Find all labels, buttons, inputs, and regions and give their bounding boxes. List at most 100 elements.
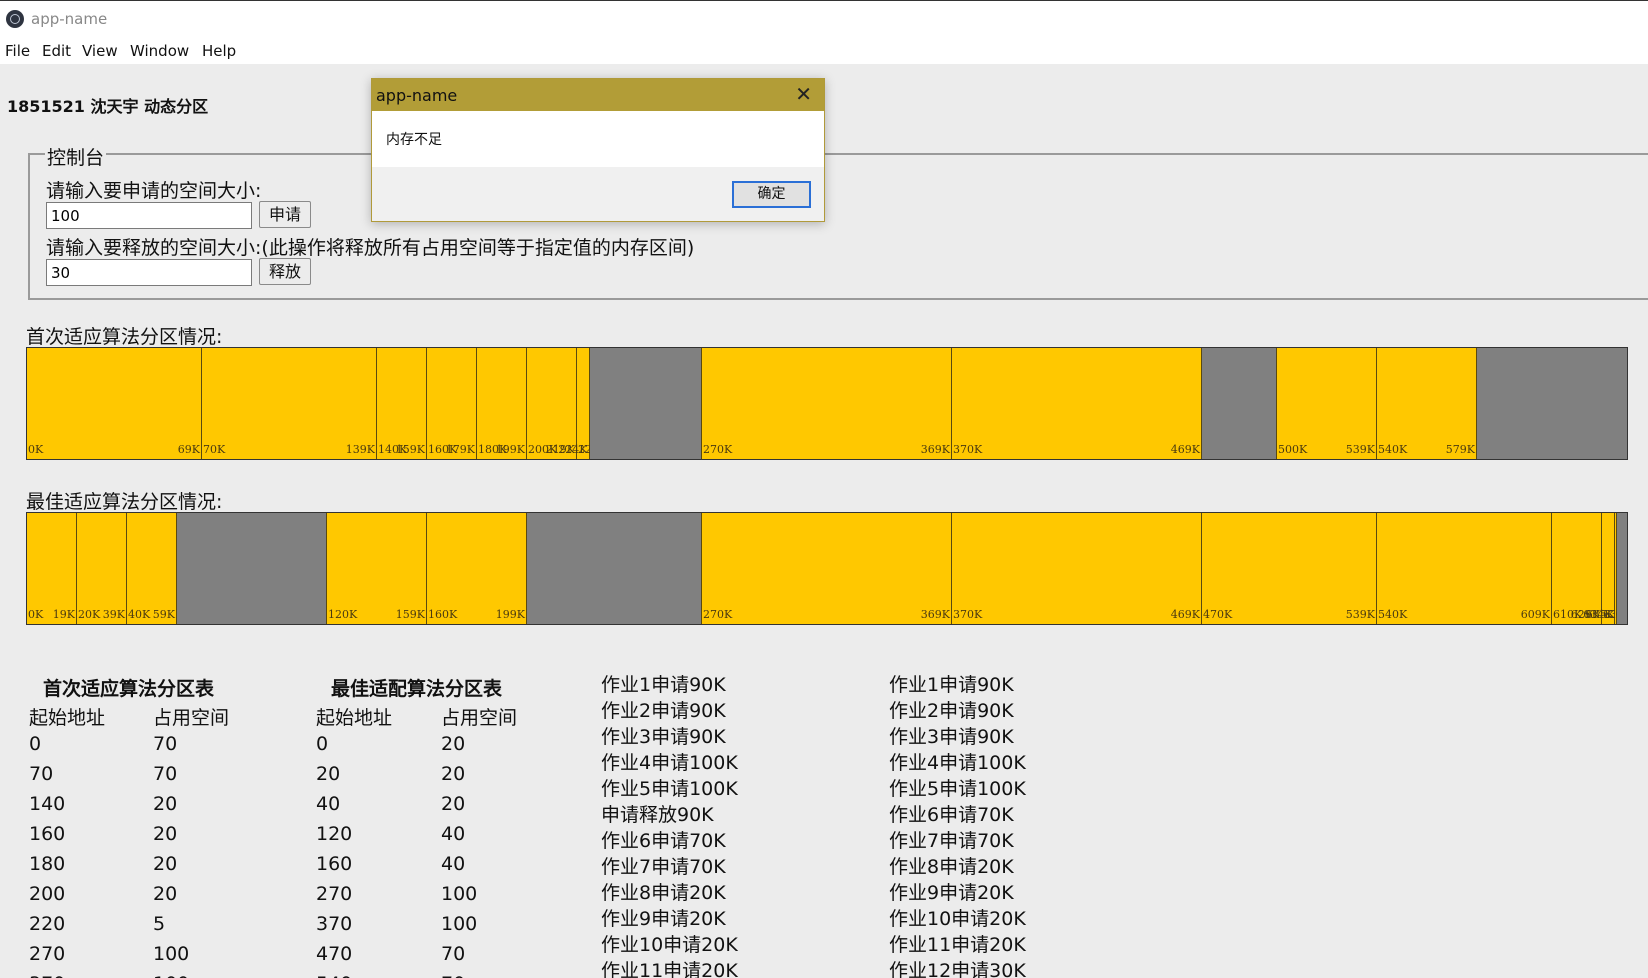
- table-cell-start: 40: [316, 793, 341, 815]
- table-cell-size: 70: [153, 763, 178, 785]
- page-title: 1851521 沈天宇 动态分区: [7, 97, 209, 116]
- log-line: 作业7申请70K: [889, 830, 1014, 852]
- request-size-input[interactable]: [46, 202, 252, 229]
- log-line: 作业5申请100K: [889, 778, 1026, 800]
- segment-start-label: 40K: [128, 608, 151, 621]
- partition-segment-used: 180K 199K: [477, 348, 527, 459]
- partition-segment-used: 220K224K: [558, 348, 607, 459]
- best-fit-table-title: 最佳适配算法分区表: [331, 678, 503, 700]
- segment-start-label: 270K: [703, 443, 733, 456]
- segment-end-label: 59K: [152, 608, 175, 621]
- column-header: 占用空间: [441, 707, 518, 729]
- table-cell-size: 20: [441, 793, 466, 815]
- segment-end-label: 369K: [920, 443, 950, 456]
- log-line: 作业6申请70K: [889, 804, 1014, 826]
- log-line: 作业10申请20K: [601, 934, 738, 956]
- best-fit-partition-bar: 0K 19K 20K 39K 40K 59K 120K 159K 160K 199K 270K 369…: [26, 512, 1628, 625]
- table-cell-start: 270: [29, 943, 66, 965]
- segment-start-label: 500K: [1278, 443, 1308, 456]
- segment-start-label: 540K: [1378, 443, 1408, 456]
- table-cell-size: 40: [441, 853, 466, 875]
- table-cell-start: 200: [29, 883, 66, 905]
- segment-start-label: 0K: [28, 443, 44, 456]
- release-size-input[interactable]: [46, 259, 252, 286]
- table-cell-start: 120: [316, 823, 353, 845]
- table-cell-size: 40: [441, 823, 466, 845]
- table-cell-start: 470: [316, 943, 353, 965]
- menu-file[interactable]: File: [5, 42, 30, 60]
- menu-edit[interactable]: Edit: [42, 42, 71, 60]
- column-header: 起始地址: [316, 707, 393, 729]
- partition-segment-used: 140K 159K: [377, 348, 427, 459]
- table-cell-size: 70: [153, 733, 178, 755]
- table-cell-start: 540: [316, 973, 352, 978]
- table-cell-size: 100: [441, 883, 478, 905]
- request-button[interactable]: 申请: [259, 201, 311, 228]
- partition-segment-used: 270K 369K: [702, 348, 952, 459]
- segment-start-label: 0K: [28, 608, 44, 621]
- log-line: 作业12申请30K: [889, 960, 1026, 978]
- table-cell-start: 270: [316, 883, 353, 905]
- release-button[interactable]: 释放: [259, 258, 311, 285]
- table-cell-size: 70: [441, 943, 466, 965]
- menu-view[interactable]: View: [82, 42, 118, 60]
- segment-end-label: 635K: [1585, 608, 1615, 621]
- partition-segment-used: 160K 199K: [427, 513, 527, 624]
- partition-segment-used: 160K 179K: [427, 348, 477, 459]
- partition-segment-used: 540K 609K: [1377, 513, 1552, 624]
- segment-start-label: 270K: [703, 608, 733, 621]
- log-line: 作业3申请90K: [601, 726, 726, 748]
- partition-segment-used: 370K 469K: [952, 513, 1202, 624]
- partition-segment-free: [1617, 513, 1627, 624]
- table-cell-start: 0: [29, 733, 42, 755]
- partition-segment-used: 470K 539K: [1202, 513, 1377, 624]
- table-cell-size: 20: [153, 883, 178, 905]
- log-line: 作业8申请20K: [889, 856, 1014, 878]
- partition-segment-used: 40K 59K: [127, 513, 177, 624]
- segment-end-label: 199K: [495, 608, 525, 621]
- table-cell-start: 20: [316, 763, 341, 785]
- log-line: 作业9申请20K: [889, 882, 1014, 904]
- partition-segment-used: 0K 19K: [27, 513, 77, 624]
- segment-end-label: 579K: [1445, 443, 1475, 456]
- table-cell-size: 100: [153, 973, 189, 978]
- menu-bar: File Edit View Window Help: [0, 36, 1648, 64]
- segment-end-label: 159K: [395, 608, 425, 621]
- dialog-title: app-name: [376, 86, 458, 105]
- log-line: 作业1申请90K: [889, 674, 1014, 696]
- log-line: 申请释放90K: [601, 804, 714, 826]
- segment-end-label: 19K: [52, 608, 75, 621]
- segment-end-label: 199K: [495, 443, 525, 456]
- segment-end-label: 39K: [102, 608, 125, 621]
- segment-start-label: 70K: [203, 443, 226, 456]
- log-line: 作业6申请70K: [601, 830, 726, 852]
- partition-segment-free: [589, 348, 702, 459]
- log-line: 作业11申请20K: [889, 934, 1026, 956]
- log-line: 作业10申请20K: [889, 908, 1026, 930]
- log-line: 作业4申请100K: [889, 752, 1026, 774]
- table-cell-start: 0: [316, 733, 329, 755]
- log-line: 作业2申请90K: [601, 700, 726, 722]
- first-fit-partition-bar: 0K 69K 70K 139K 140K 159K 160K 179K 180K 199K 200K…: [26, 347, 1628, 460]
- table-cell-size: 100: [441, 913, 478, 935]
- table-cell-size: 5: [153, 913, 166, 935]
- log-line: 作业8申请20K: [601, 882, 726, 904]
- segment-end-label: 369K: [920, 608, 950, 621]
- segment-end-label: 469K: [1170, 608, 1200, 621]
- table-cell-size: 20: [153, 853, 178, 875]
- alert-dialog: app-name ✕ 内存不足 确定: [371, 78, 825, 222]
- table-cell-start: 220: [29, 913, 66, 935]
- menu-help[interactable]: Help: [202, 42, 236, 60]
- ok-button[interactable]: 确定: [732, 181, 811, 208]
- segment-end-label: 69K: [177, 443, 200, 456]
- partition-segment-used: 120K 159K: [327, 513, 427, 624]
- menu-window[interactable]: Window: [130, 42, 189, 60]
- log-line: 作业2申请90K: [889, 700, 1014, 722]
- app-logo-icon: [6, 10, 24, 28]
- segment-end-label: 179K: [445, 443, 475, 456]
- table-cell-start: 370: [29, 973, 65, 978]
- table-cell-size: 20: [153, 793, 178, 815]
- segment-start-label: 370K: [953, 608, 983, 621]
- log-line: 作业7申请70K: [601, 856, 726, 878]
- close-icon[interactable]: ✕: [795, 84, 812, 104]
